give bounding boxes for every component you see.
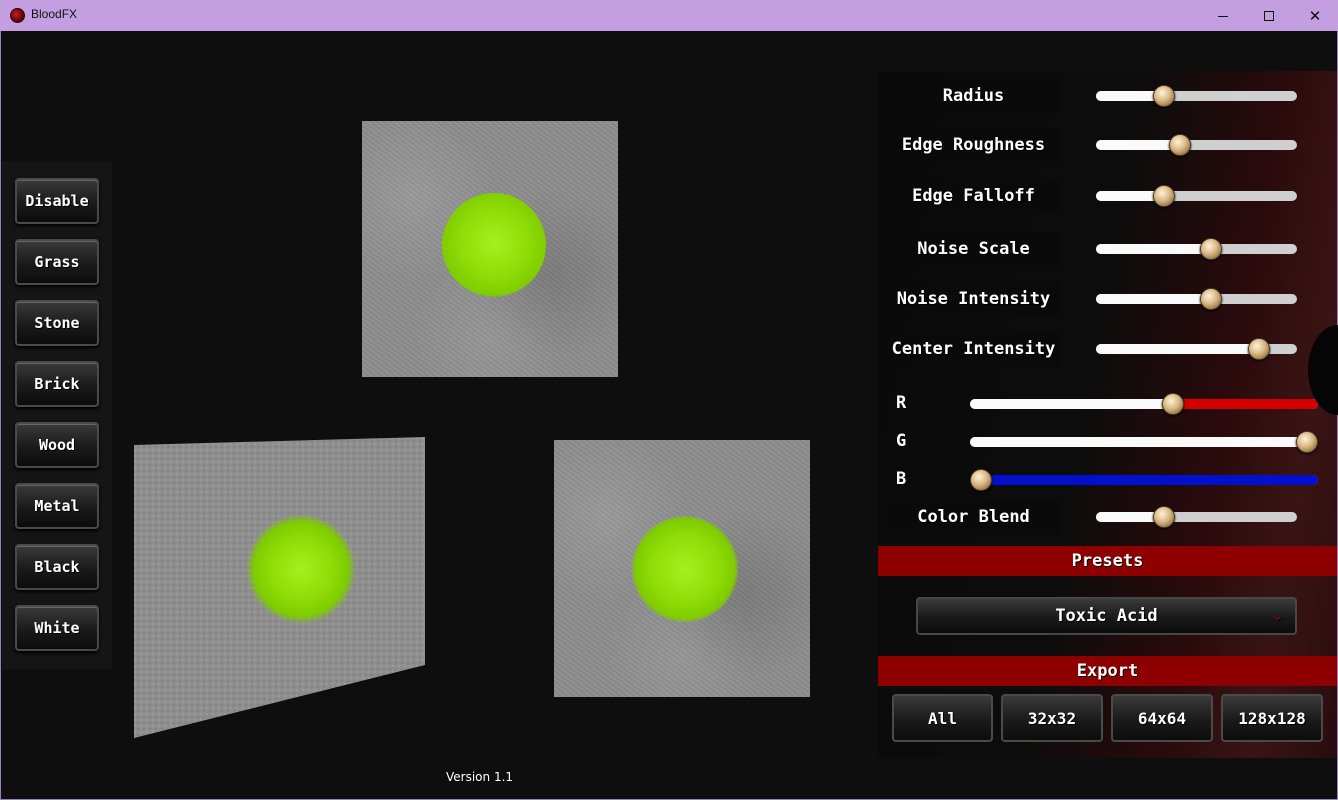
export-32-button[interactable]: 32x32: [1001, 694, 1103, 742]
red-slider-rest: [1175, 399, 1318, 409]
export-128-button[interactable]: 128x128: [1221, 694, 1323, 742]
title-bar: BloodFX ✕: [0, 0, 1338, 31]
blue-label: B: [896, 469, 907, 489]
perspective-plane: [134, 437, 425, 738]
material-button-stone[interactable]: Stone: [15, 300, 99, 346]
noise-intensity-slider[interactable]: [1096, 288, 1297, 310]
preview-perspective: [134, 437, 426, 738]
close-button[interactable]: ✕: [1292, 0, 1338, 31]
export-heading: Export: [878, 656, 1337, 686]
material-button-brick[interactable]: Brick: [15, 361, 99, 407]
green-slider-thumb[interactable]: [1296, 431, 1318, 453]
slider-label-center-intensity: Center Intensity: [886, 332, 1061, 366]
slider-label-noise-intensity: Noise Intensity: [886, 282, 1061, 316]
slider-label-edge-falloff: Edge Falloff: [886, 179, 1061, 213]
color-blend-slider[interactable]: [1096, 506, 1297, 528]
color-blend-slider-fill: [1096, 512, 1161, 522]
export-64-button[interactable]: 64x64: [1111, 694, 1213, 742]
blue-slider[interactable]: [970, 469, 1318, 491]
slider-fill: [1096, 294, 1213, 304]
version-label: Version 1.1: [446, 770, 514, 784]
slider-fill: [1096, 344, 1267, 354]
slider-label-radius: Radius: [886, 79, 1061, 113]
center-intensity-slider[interactable]: [1096, 338, 1297, 360]
edge-roughness-slider[interactable]: [1096, 134, 1297, 156]
radius-slider[interactable]: [1096, 85, 1297, 107]
noise-scale-slider[interactable]: [1096, 238, 1297, 260]
slider-thumb[interactable]: [1248, 338, 1271, 360]
preset-selected: Toxic Acid: [1055, 606, 1158, 626]
material-panel: Disable Grass Stone Brick Wood Metal Bla…: [2, 161, 112, 669]
red-slider-fill: [970, 399, 1176, 409]
slider-thumb[interactable]: [1199, 238, 1222, 260]
material-button-white[interactable]: White: [15, 605, 99, 651]
green-label: G: [896, 431, 907, 451]
green-slider[interactable]: [970, 431, 1318, 453]
green-slider-fill: [970, 437, 1318, 447]
export-all-button[interactable]: All: [892, 694, 993, 742]
slider-fill: [1096, 140, 1179, 150]
slider-label-edge-roughness: Edge Roughness: [886, 128, 1061, 162]
blue-slider-rest: [970, 475, 1318, 485]
minimize-button[interactable]: [1200, 0, 1246, 31]
slider-thumb[interactable]: [1153, 185, 1176, 207]
material-button-metal[interactable]: Metal: [15, 483, 99, 529]
color-blend-label: Color Blend: [886, 500, 1061, 534]
maximize-icon: [1264, 10, 1274, 21]
preview-zoomed: [554, 440, 810, 697]
slider-fill: [1096, 91, 1161, 101]
slider-thumb[interactable]: [1199, 288, 1222, 310]
material-button-black[interactable]: Black: [15, 544, 99, 590]
preview-flat: [362, 121, 618, 377]
red-slider-thumb[interactable]: [1162, 393, 1185, 415]
slider-fill: [1096, 244, 1213, 254]
slider-thumb[interactable]: [1169, 134, 1192, 156]
slider-thumb[interactable]: [1153, 85, 1176, 107]
window-title: BloodFX: [31, 7, 78, 21]
red-label: R: [896, 393, 907, 413]
material-button-grass[interactable]: Grass: [15, 239, 99, 285]
blood-splat: [632, 516, 738, 622]
slider-fill: [1096, 191, 1161, 201]
blood-splat: [442, 193, 546, 297]
edge-falloff-slider[interactable]: [1096, 185, 1297, 207]
red-slider[interactable]: [970, 393, 1318, 415]
preset-dropdown[interactable]: Toxic Acid ⌵: [916, 597, 1297, 635]
blood-drop-icon: [10, 8, 25, 23]
material-button-wood[interactable]: Wood: [15, 422, 99, 468]
close-icon: ✕: [1308, 6, 1322, 25]
color-blend-slider-thumb[interactable]: [1153, 506, 1176, 528]
minimize-icon: [1218, 16, 1228, 17]
slider-label-noise-scale: Noise Scale: [886, 232, 1061, 266]
blue-slider-thumb[interactable]: [970, 469, 992, 491]
presets-heading: Presets: [878, 546, 1337, 576]
maximize-button[interactable]: [1246, 0, 1292, 31]
controls-panel: Radius Edge Roughness Edge Falloff Noise Sc…: [878, 71, 1337, 758]
material-button-disable[interactable]: Disable: [15, 178, 99, 224]
chevron-down-icon: ⌵: [1273, 609, 1281, 623]
